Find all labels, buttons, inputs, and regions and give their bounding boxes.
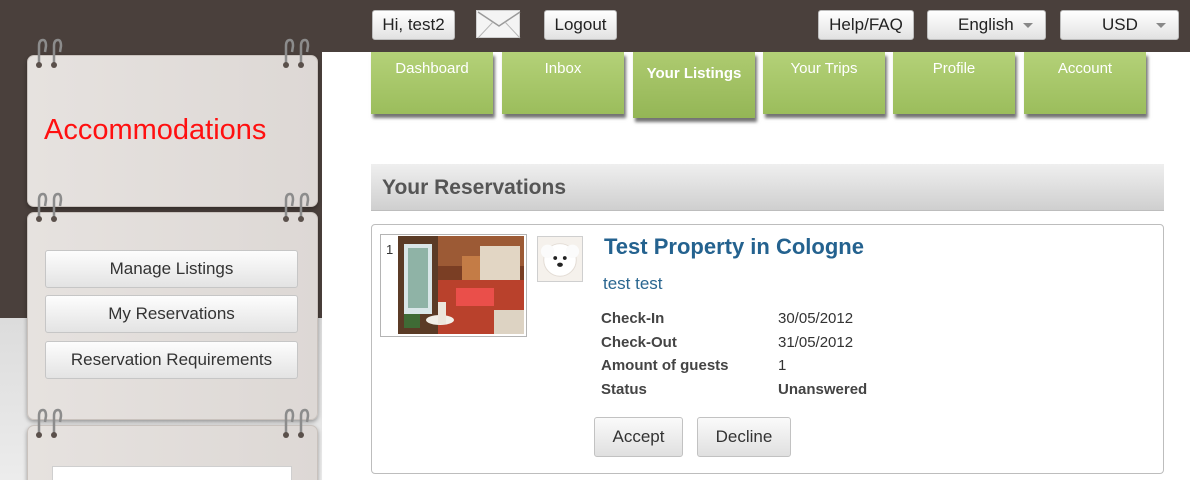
help-faq-button[interactable]: Help/FAQ <box>818 10 914 40</box>
status-value: Unanswered <box>778 381 868 398</box>
guest-name-link[interactable]: test test <box>603 274 663 294</box>
photo-index: 1 <box>386 242 394 257</box>
chevron-down-icon <box>1156 23 1166 28</box>
sidebar-item-manage-listings[interactable]: Manage Listings <box>45 250 298 288</box>
accept-button[interactable]: Accept <box>594 417 683 457</box>
binder-ring-icon <box>36 408 63 438</box>
sidebar-lower-box <box>52 466 292 480</box>
checkout-label: Check-Out <box>601 334 677 351</box>
checkin-label: Check-In <box>601 310 665 327</box>
guests-label: Amount of guests <box>601 357 729 374</box>
tab-inbox[interactable]: Inbox <box>502 52 624 114</box>
binder-ring-icon <box>36 38 63 68</box>
tab-your-trips[interactable]: Your Trips <box>763 52 885 114</box>
sidebar-title: Accommodations <box>44 114 267 146</box>
sidebar-item-reservation-requirements[interactable]: Reservation Requirements <box>45 341 298 379</box>
binder-ring-icon <box>283 192 310 222</box>
tab-dashboard[interactable]: Dashboard <box>371 52 493 114</box>
binder-ring-icon <box>283 408 310 438</box>
binder-ring-icon <box>36 192 63 222</box>
checkout-value: 31/05/2012 <box>778 334 854 351</box>
currency-select[interactable]: USD <box>1060 10 1179 40</box>
dog-avatar[interactable] <box>537 236 583 282</box>
reservations-header: Your Reservations <box>371 164 1164 211</box>
currency-select-value: USD <box>1102 15 1138 34</box>
binder-ring-icon <box>283 38 310 68</box>
tab-your-listings[interactable]: Your Listings <box>633 52 755 118</box>
status-label: Status <box>601 381 647 398</box>
tab-account[interactable]: Account <box>1024 52 1146 114</box>
tab-profile[interactable]: Profile <box>893 52 1015 114</box>
sidebar-item-my-reservations[interactable]: My Reservations <box>45 295 298 333</box>
decline-button[interactable]: Decline <box>697 417 791 457</box>
user-greeting-button[interactable]: Hi, test2 <box>372 10 455 40</box>
language-select-value: English <box>958 15 1014 34</box>
property-title-link[interactable]: Test Property in Cologne <box>604 234 864 260</box>
guests-value: 1 <box>778 357 787 374</box>
language-select[interactable]: English <box>927 10 1046 40</box>
logout-button[interactable]: Logout <box>544 10 617 40</box>
property-photo[interactable] <box>398 236 524 334</box>
checkin-value: 30/05/2012 <box>778 310 854 327</box>
chevron-down-icon <box>1023 23 1033 28</box>
envelope-icon[interactable] <box>476 10 521 39</box>
